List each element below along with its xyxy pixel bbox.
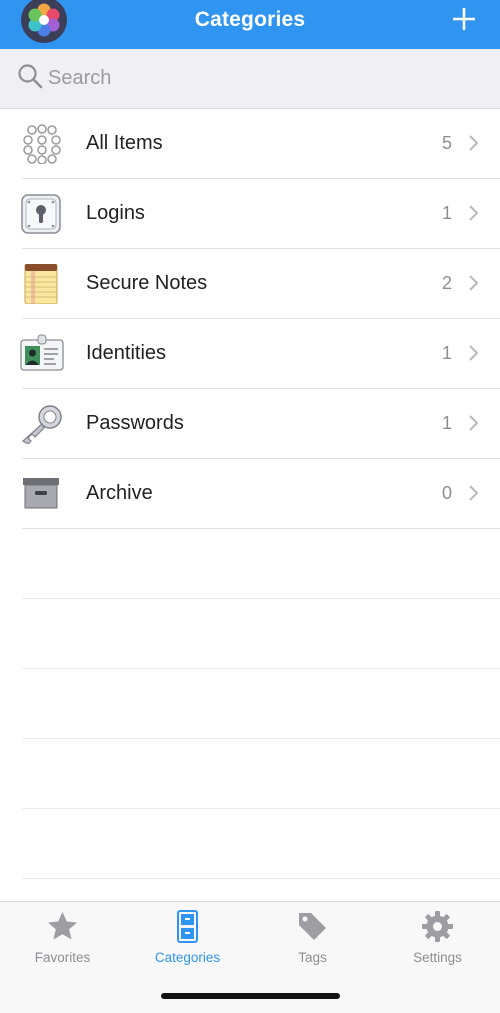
gear-icon <box>421 910 454 943</box>
category-label: All Items <box>86 132 163 154</box>
chevron-right-icon <box>468 134 480 152</box>
star-icon <box>46 910 79 943</box>
chevron-right-icon <box>468 344 480 362</box>
tab-settings[interactable]: Settings <box>375 902 500 982</box>
category-row-identities[interactable]: Identities 1 <box>20 319 500 389</box>
category-row-all-items[interactable]: All Items 5 <box>22 109 500 179</box>
key-icon <box>20 404 64 445</box>
empty-row-separator <box>22 599 500 669</box>
tab-favorites[interactable]: Favorites <box>0 902 125 982</box>
search-icon <box>17 63 43 89</box>
identity-icon <box>20 334 64 374</box>
chevron-right-icon <box>468 274 480 292</box>
category-row-archive[interactable]: Archive 0 <box>22 459 500 529</box>
empty-row-separator <box>22 669 500 739</box>
category-row-secure-notes[interactable]: Secure Notes 2 <box>22 249 500 319</box>
tab-categories[interactable]: Categories <box>125 902 250 982</box>
search-input[interactable] <box>48 63 468 93</box>
category-row-logins[interactable]: Logins 1 <box>20 179 500 249</box>
item-count: 1 <box>441 413 452 433</box>
category-label: Archive <box>86 482 153 504</box>
item-count: 2 <box>441 273 452 293</box>
item-count: 0 <box>441 483 452 503</box>
home-indicator[interactable] <box>161 993 340 999</box>
chevron-right-icon <box>468 204 480 222</box>
tab-label: Settings <box>413 950 462 965</box>
plus-icon <box>453 8 475 30</box>
tag-icon <box>296 910 329 943</box>
search-bar <box>0 49 500 109</box>
navigation-bar: Categories <box>0 0 500 49</box>
category-list: All Items 5 Logins 1 Secure Notes 2 Iden… <box>0 109 500 879</box>
category-label: Passwords <box>86 412 184 434</box>
category-label: Logins <box>86 202 145 224</box>
tab-label: Tags <box>298 950 327 965</box>
tab-label: Categories <box>154 950 221 965</box>
secure-note-icon <box>20 263 64 305</box>
file-cabinet-icon <box>171 910 204 943</box>
empty-row-separator <box>22 809 500 879</box>
add-button[interactable] <box>450 5 478 33</box>
tab-label: Favorites <box>34 950 91 965</box>
chevron-right-icon <box>468 414 480 432</box>
item-count: 1 <box>441 203 452 223</box>
empty-row-separator <box>22 529 500 599</box>
archive-box-icon <box>20 474 64 514</box>
category-label: Secure Notes <box>86 272 208 294</box>
empty-row-separator <box>22 739 500 809</box>
login-icon <box>20 194 64 234</box>
category-label: Identities <box>86 342 167 364</box>
chevron-right-icon <box>468 484 480 502</box>
item-count: 1 <box>441 343 452 363</box>
item-count: 5 <box>441 133 452 153</box>
all-items-icon <box>20 124 64 165</box>
category-row-passwords[interactable]: Passwords 1 <box>20 389 500 459</box>
tab-tags[interactable]: Tags <box>250 902 375 982</box>
page-title: Categories <box>194 8 306 31</box>
